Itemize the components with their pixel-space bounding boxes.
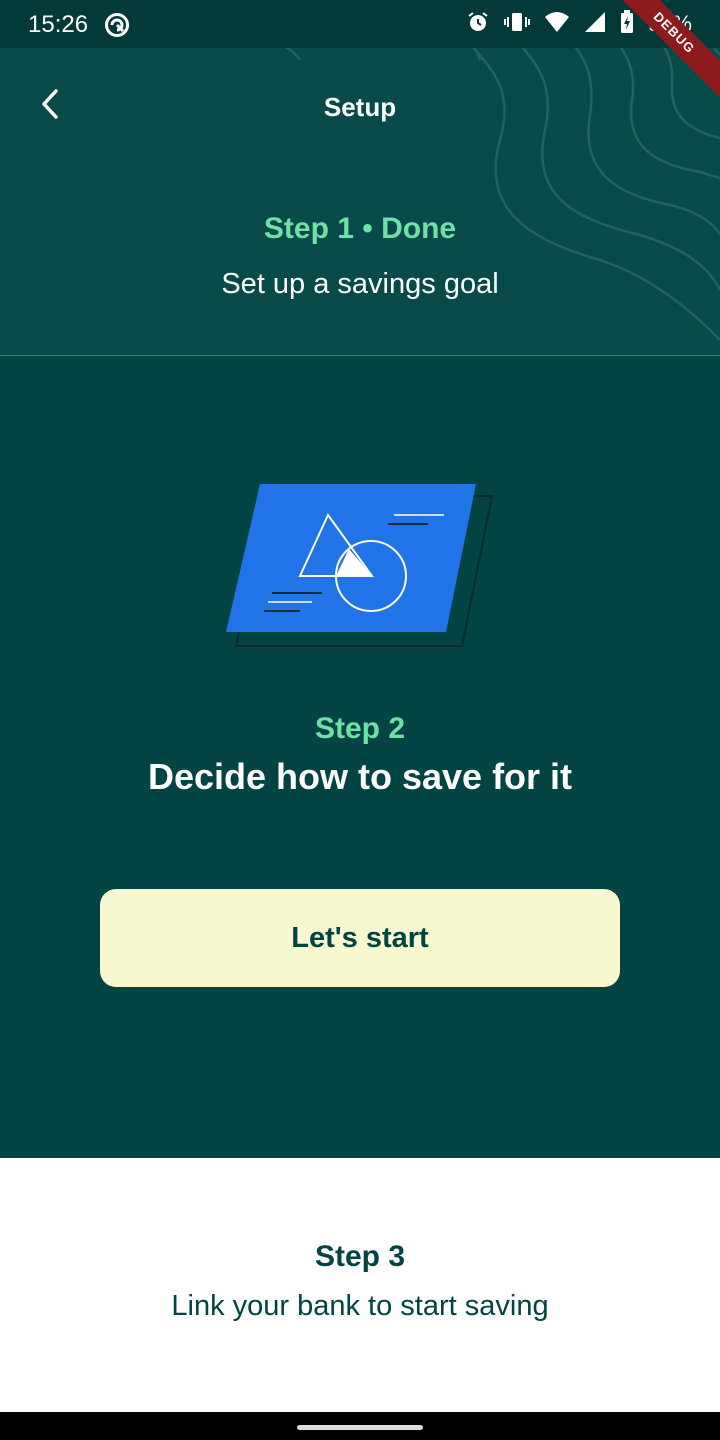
step2-title: Decide how to save for it [147,756,573,797]
page-title: Setup [323,92,397,122]
step3-card: Step 3 Link your bank to start saving [0,1158,720,1412]
step1-status: Step 1 • Done [263,212,457,245]
wifi-icon [544,11,570,38]
step3-description: Link your bank to start saving [171,1290,549,1322]
home-gesture-handle[interactable] [297,1425,423,1430]
app-bar: Setup [0,48,720,164]
document-with-shapes-illustration [220,480,500,650]
signal-icon [584,11,606,38]
alarm-icon [466,10,490,39]
divider [0,355,720,356]
step1-description: Set up a savings goal [221,268,499,300]
lets-start-button[interactable]: Let's start [100,889,620,987]
battery-charging-icon [620,9,634,39]
navigation-bar [0,1412,720,1440]
status-time: 15:26 [28,11,89,38]
step2-label: Step 2 [314,712,406,745]
vibrate-icon [503,10,530,39]
step3-label: Step 3 [314,1240,406,1273]
app-notification-icon [104,12,130,38]
status-bar: 15:26 DEBUG [0,0,720,106]
